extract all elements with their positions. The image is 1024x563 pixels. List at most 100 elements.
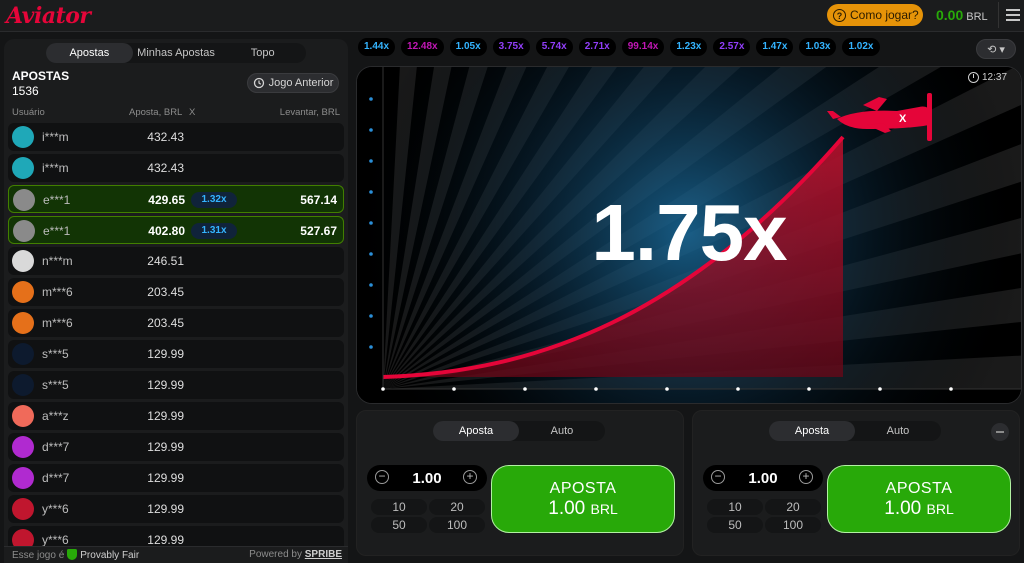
quick-stake-10[interactable]: 10 xyxy=(371,499,427,515)
bet-amount: 203.45 xyxy=(147,316,184,330)
history-multiplier[interactable]: 1.44x xyxy=(358,38,396,56)
tab-bet[interactable]: Aposta xyxy=(433,421,519,441)
history-toggle-button[interactable]: ⟲ ▾ xyxy=(976,39,1016,59)
bet-username: d***7 xyxy=(42,471,70,485)
bet-amount: 432.43 xyxy=(147,161,184,175)
avatar xyxy=(12,467,34,489)
history-multiplier[interactable]: 1.03x xyxy=(799,38,837,56)
top-bar: Aviator ? Como jogar? 0.00 BRL xyxy=(0,0,1024,32)
bet-username: i***m xyxy=(42,130,69,144)
previous-round-button[interactable]: Jogo Anterior xyxy=(247,73,339,93)
tab-auto[interactable]: Auto xyxy=(519,421,605,441)
bet-amount: 129.99 xyxy=(147,471,184,485)
aviator-logo[interactable]: Aviator xyxy=(6,3,91,29)
remove-panel-icon[interactable] xyxy=(991,423,1009,441)
quick-stake-20[interactable]: 20 xyxy=(765,499,821,515)
history-multiplier[interactable]: 1.23x xyxy=(670,38,708,56)
tab-my-bets[interactable]: Minhas Apostas xyxy=(133,43,220,63)
tab-bet[interactable]: Aposta xyxy=(769,421,855,441)
bet-row: s***5 129.99 xyxy=(8,371,344,399)
quick-stake-20[interactable]: 20 xyxy=(429,499,485,515)
column-cashout: Levantar, BRL xyxy=(279,107,340,118)
avatar xyxy=(12,312,34,334)
bets-panel: Apostas Minhas Apostas Topo APOSTAS 1536… xyxy=(4,39,348,562)
bets-title: APOSTAS xyxy=(12,69,70,83)
bets-count: 1536 xyxy=(12,84,39,98)
bet-username: m***6 xyxy=(42,316,73,330)
history-multiplier[interactable]: 1.47x xyxy=(756,38,794,56)
round-clock: 12:37 xyxy=(968,72,1007,83)
avatar xyxy=(13,220,35,242)
powered-by-label: Powered by xyxy=(249,549,302,560)
place-bet-button[interactable]: APOSTA 1.00 BRL xyxy=(827,465,1011,533)
multiplier-history: 1.44x 12.48x 1.05x 3.75x 5.74x 2.71x 99.14x 1.2… xyxy=(358,38,970,58)
bet-amount: 203.45 xyxy=(147,285,184,299)
tab-top[interactable]: Topo xyxy=(219,43,306,63)
history-multiplier[interactable]: 5.74x xyxy=(535,38,573,56)
how-to-play-label: Como jogar? xyxy=(850,8,919,22)
history-multiplier[interactable]: 12.48x xyxy=(401,38,444,56)
quick-stake-10[interactable]: 10 xyxy=(707,499,763,515)
place-bet-currency: BRL xyxy=(590,501,618,517)
minus-icon[interactable]: − xyxy=(711,470,725,484)
bet-row: y***6 129.99 xyxy=(8,495,344,523)
balance-amount: 0.00 xyxy=(936,7,964,23)
cashout-multiplier: 1.32x xyxy=(191,192,237,208)
history-multiplier[interactable]: 1.02x xyxy=(842,38,880,56)
cashout-amount: 567.14 xyxy=(300,193,337,207)
stake-stepper: − 1.00 + xyxy=(703,465,823,491)
quick-stake-100[interactable]: 100 xyxy=(429,517,485,533)
history-multiplier[interactable]: 3.75x xyxy=(492,38,530,56)
bet-row: e***1 402.80 1.31x 527.67 xyxy=(8,216,344,244)
plus-icon[interactable]: + xyxy=(799,470,813,484)
avatar xyxy=(12,126,34,148)
place-bet-button[interactable]: APOSTA 1.00 BRL xyxy=(491,465,675,533)
spribe-logo[interactable]: SPRIBE xyxy=(305,549,342,560)
balance: 0.00 BRL xyxy=(936,7,988,23)
history-multiplier[interactable]: 2.71x xyxy=(578,38,616,56)
avatar xyxy=(12,281,34,303)
quick-stake-100[interactable]: 100 xyxy=(765,517,821,533)
tab-all-bets[interactable]: Apostas xyxy=(46,43,133,63)
history-multiplier[interactable]: 2.57x xyxy=(713,38,751,56)
bet-username: e***1 xyxy=(43,193,71,207)
bet-amount: 129.99 xyxy=(147,347,184,361)
column-user: Usuário xyxy=(12,107,45,118)
avatar xyxy=(12,157,34,179)
plus-icon[interactable]: + xyxy=(463,470,477,484)
bet-username: e***1 xyxy=(43,224,71,238)
svg-text:X: X xyxy=(899,113,907,125)
shield-icon xyxy=(67,549,78,560)
minus-icon[interactable]: − xyxy=(375,470,389,484)
current-multiplier: 1.75x xyxy=(591,188,787,277)
history-multiplier[interactable]: 1.05x xyxy=(449,38,487,56)
place-bet-label: APOSTA xyxy=(885,480,953,497)
bet-row: d***7 129.99 xyxy=(8,464,344,492)
footer-text: Esse jogo é xyxy=(12,550,65,561)
stake-input[interactable]: 1.00 xyxy=(395,470,459,487)
bet-row: e***1 429.65 1.32x 567.14 xyxy=(8,185,344,213)
bet-row: s***5 129.99 xyxy=(8,340,344,368)
bet-username: d***7 xyxy=(42,440,70,454)
bets-tabs: Apostas Minhas Apostas Topo xyxy=(46,43,306,63)
provably-fair-link[interactable]: Esse jogo é Provably Fair xyxy=(12,549,139,561)
quick-stake-50[interactable]: 50 xyxy=(707,517,763,533)
column-bet: Aposta, BRL xyxy=(129,107,183,118)
bet-amount: 129.99 xyxy=(147,533,184,547)
panel-footer: Esse jogo é Provably Fair Powered by SPRI… xyxy=(4,546,348,563)
hamburger-menu-icon[interactable] xyxy=(998,2,1023,28)
how-to-play-button[interactable]: ? Como jogar? xyxy=(827,4,923,26)
tab-auto[interactable]: Auto xyxy=(855,421,941,441)
bet-username: a***z xyxy=(42,409,69,423)
avatar xyxy=(12,498,34,520)
history-icon xyxy=(253,77,264,89)
bet-username: y***6 xyxy=(42,533,69,547)
history-multiplier[interactable]: 99.14x xyxy=(621,38,665,56)
bet-row: m***6 203.45 xyxy=(8,309,344,337)
quick-stake-50[interactable]: 50 xyxy=(371,517,427,533)
avatar xyxy=(12,374,34,396)
stake-input[interactable]: 1.00 xyxy=(731,470,795,487)
bet-amount: 429.65 xyxy=(148,193,185,207)
bet-panel-2: Aposta Auto − 1.00 + 10 20 50 100 APOSTA… xyxy=(692,410,1020,556)
bet-row: a***z 129.99 xyxy=(8,402,344,430)
